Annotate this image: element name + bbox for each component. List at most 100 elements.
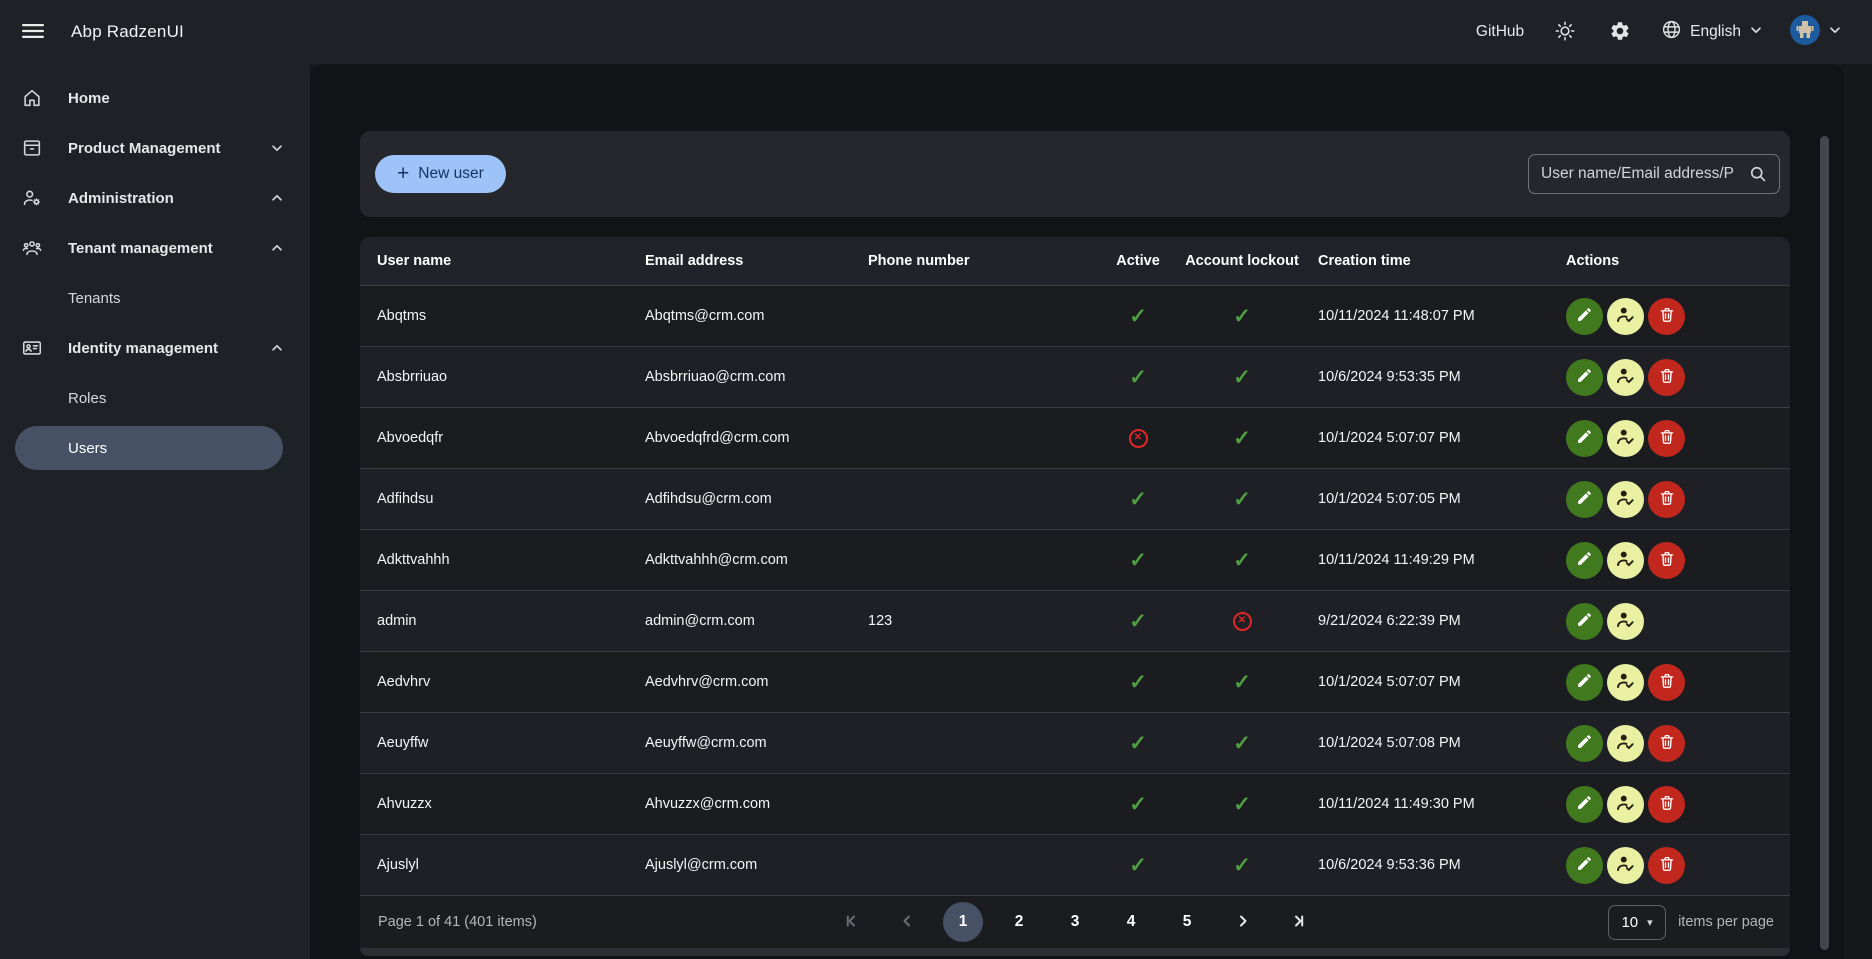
cell-actions <box>1549 297 1790 335</box>
horizontal-scrollbar[interactable] <box>360 948 1790 956</box>
table-row[interactable]: Ajuslyl Ajuslyl@crm.com ✓ ✓ 10/6/2024 9:… <box>360 834 1790 895</box>
permissions-user-button[interactable] <box>1607 846 1644 884</box>
cell-active: ✓ <box>1093 853 1183 878</box>
delete-user-button[interactable] <box>1648 419 1685 457</box>
delete-user-button[interactable] <box>1648 663 1685 701</box>
sidebar-item-administration[interactable]: Administration <box>0 173 310 223</box>
column-header-creation-time[interactable]: Creation time <box>1301 253 1549 269</box>
cell-creation-time: 10/6/2024 9:53:36 PM <box>1318 857 1461 873</box>
edit-user-button[interactable] <box>1566 480 1603 518</box>
column-header-email-address[interactable]: Email address <box>628 253 851 269</box>
delete-user-button[interactable] <box>1648 846 1685 884</box>
sidebar-item-product-management[interactable]: Product Management <box>0 123 310 173</box>
edit-user-button[interactable] <box>1566 297 1603 335</box>
edit-user-button[interactable] <box>1566 358 1603 396</box>
main-content: + New user User nameEmail addressPhone n… <box>310 64 1844 959</box>
search-input[interactable] <box>1528 154 1780 194</box>
theme-toggle-button[interactable] <box>1551 18 1579 46</box>
page-button-1[interactable]: 1 <box>943 902 983 942</box>
column-header-account-lockout[interactable]: Account lockout <box>1183 253 1301 269</box>
hamburger-menu-button[interactable] <box>18 17 48 47</box>
language-selector[interactable]: English <box>1661 19 1763 45</box>
new-user-button[interactable]: + New user <box>375 155 506 193</box>
first-page-button[interactable] <box>831 902 871 942</box>
edit-user-button[interactable] <box>1566 846 1603 884</box>
edit-user-button[interactable] <box>1566 541 1603 579</box>
permissions-user-button[interactable] <box>1607 297 1644 335</box>
sidebar-item-label: Administration <box>68 189 174 207</box>
page-size-select[interactable]: 10 ▾ <box>1608 904 1667 940</box>
cell-email: Adfihdsu@crm.com <box>645 491 772 507</box>
cell-user-name: Absbrriuao <box>377 369 448 385</box>
delete-user-button[interactable] <box>1648 541 1685 579</box>
page-button-3[interactable]: 3 <box>1055 902 1095 942</box>
permissions-user-button[interactable] <box>1607 480 1644 518</box>
column-header-user-name[interactable]: User name <box>360 253 628 269</box>
user-check-icon <box>1615 853 1636 877</box>
permissions-user-button[interactable] <box>1607 419 1644 457</box>
column-header-active[interactable]: Active <box>1093 253 1183 269</box>
cell-actions <box>1549 541 1790 579</box>
user-check-icon <box>1615 487 1636 511</box>
sidebar-item-roles[interactable]: Roles <box>0 373 310 423</box>
page-button-4[interactable]: 4 <box>1111 902 1151 942</box>
delete-user-button[interactable] <box>1648 724 1685 762</box>
sidebar-item-tenant-management[interactable]: Tenant management <box>0 223 310 273</box>
column-header-phone-number[interactable]: Phone number <box>851 253 1093 269</box>
permissions-user-button[interactable] <box>1607 663 1644 701</box>
table-row[interactable]: admin admin@crm.com 123 ✓ ✕ 9/21/2024 6:… <box>360 590 1790 651</box>
table-row[interactable]: Ahvuzzx Ahvuzzx@crm.com ✓ ✓ 10/11/2024 1… <box>360 773 1790 834</box>
page-button-2[interactable]: 2 <box>999 902 1039 942</box>
table-row[interactable]: Abqtms Abqtms@crm.com ✓ ✓ 10/11/2024 11:… <box>360 285 1790 346</box>
edit-icon <box>1576 855 1593 875</box>
edit-user-button[interactable] <box>1566 602 1603 640</box>
language-label: English <box>1690 23 1741 40</box>
lockout-check-icon: ✓ <box>1233 365 1251 389</box>
cell-user-name: Aeuyffw <box>377 735 429 751</box>
cell-email: Absbrriuao@crm.com <box>645 369 786 385</box>
cell-email: admin@crm.com <box>645 613 755 629</box>
sidebar-item-tenants[interactable]: Tenants <box>0 273 310 323</box>
cell-email: Abvoedqfrd@crm.com <box>645 430 790 446</box>
permissions-user-button[interactable] <box>1607 541 1644 579</box>
trash-icon <box>1658 428 1676 449</box>
last-page-button[interactable] <box>1279 902 1319 942</box>
permissions-user-button[interactable] <box>1607 785 1644 823</box>
table-row[interactable]: Aeuyffw Aeuyffw@crm.com ✓ ✓ 10/1/2024 5:… <box>360 712 1790 773</box>
cell-active: ✓ <box>1093 365 1183 390</box>
table-row[interactable]: Adfihdsu Adfihdsu@crm.com ✓ ✓ 10/1/2024 … <box>360 468 1790 529</box>
sidebar-item-label: Home <box>68 89 110 107</box>
profile-menu[interactable] <box>1790 14 1842 50</box>
edit-icon <box>1576 306 1593 326</box>
delete-user-button[interactable] <box>1648 297 1685 335</box>
github-link[interactable]: GitHub <box>1476 23 1524 41</box>
permissions-user-button[interactable] <box>1607 602 1644 640</box>
permissions-user-button[interactable] <box>1607 724 1644 762</box>
sidebar-item-home[interactable]: Home <box>0 73 310 123</box>
edit-user-button[interactable] <box>1566 785 1603 823</box>
trash-icon <box>1658 855 1676 876</box>
sidebar-item-identity-management[interactable]: Identity management <box>0 323 310 373</box>
settings-button[interactable] <box>1606 18 1634 46</box>
trash-icon <box>1658 672 1676 693</box>
delete-user-button[interactable] <box>1648 358 1685 396</box>
new-user-label: New user <box>418 165 484 182</box>
edit-user-button[interactable] <box>1566 663 1603 701</box>
table-row[interactable]: Absbrriuao Absbrriuao@crm.com ✓ ✓ 10/6/2… <box>360 346 1790 407</box>
table-row[interactable]: Aedvhrv Aedvhrv@crm.com ✓ ✓ 10/1/2024 5:… <box>360 651 1790 712</box>
page-button-5[interactable]: 5 <box>1167 902 1207 942</box>
sidebar-item-users[interactable]: Users <box>15 426 283 470</box>
edit-user-button[interactable] <box>1566 419 1603 457</box>
column-header-actions: Actions <box>1566 253 1620 269</box>
table-row[interactable]: Adkttvahhh Adkttvahhh@crm.com ✓ ✓ 10/11/… <box>360 529 1790 590</box>
table-row[interactable]: Abvoedqfr Abvoedqfrd@crm.com ✕ ✓ 10/1/20… <box>360 407 1790 468</box>
previous-page-button[interactable] <box>887 902 927 942</box>
sidebar-item-label: Roles <box>68 389 107 407</box>
delete-user-button[interactable] <box>1648 480 1685 518</box>
vertical-scrollbar-thumb[interactable] <box>1820 136 1829 950</box>
edit-user-button[interactable] <box>1566 724 1603 762</box>
active-check-icon: ✓ <box>1129 487 1147 511</box>
delete-user-button[interactable] <box>1648 785 1685 823</box>
next-page-button[interactable] <box>1223 902 1263 942</box>
permissions-user-button[interactable] <box>1607 358 1644 396</box>
